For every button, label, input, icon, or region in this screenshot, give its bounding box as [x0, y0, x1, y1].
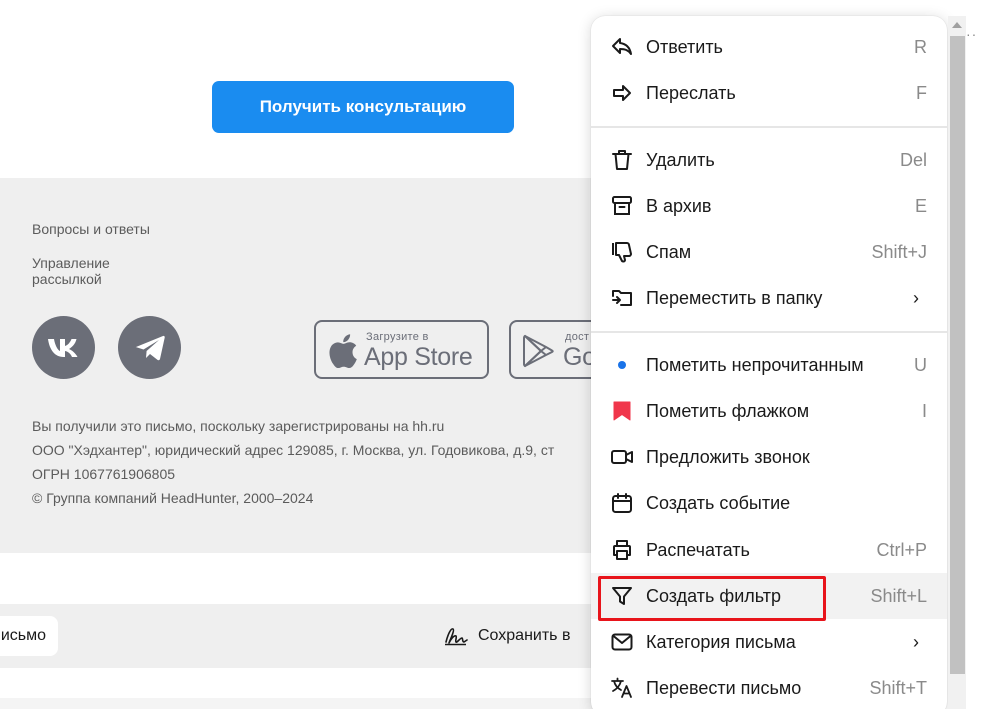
reply-icon [610, 35, 634, 59]
menu-item-label: Распечатать [646, 539, 750, 560]
flag-icon [610, 399, 634, 423]
video-call-icon [610, 445, 634, 469]
menu-item-reply[interactable]: Ответить R [591, 24, 947, 70]
print-icon [610, 538, 634, 562]
get-consultation-button[interactable]: Получить консультацию [212, 81, 514, 133]
legal-line-ogrn: ОГРН 1067761906805 [32, 466, 176, 482]
apple-icon [328, 334, 358, 368]
menu-item-archive[interactable]: В архив E [591, 183, 947, 229]
menu-item-spam[interactable]: Спам Shift+J [591, 229, 947, 275]
chevron-right-icon: › [913, 287, 919, 308]
app-store-small-text: Загрузите в [366, 331, 429, 343]
manage-subscription-link[interactable]: Управление рассылкой [32, 255, 110, 287]
menu-item-move-to-folder[interactable]: Переместить в папку › [591, 275, 947, 321]
menu-item-label: Удалить [646, 149, 715, 170]
menu-item-label: Пометить непрочитанным [646, 354, 864, 375]
legal-line-registration: Вы получили это письмо, поскольку зареги… [32, 418, 445, 434]
menu-item-translate[interactable]: Перевести письмо Shift+T [591, 665, 947, 709]
menu-item-label: Создать фильтр [646, 585, 781, 606]
menu-item-label: Пометить флажком [646, 400, 810, 421]
app-store-badge[interactable]: Загрузите в App Store [314, 320, 489, 379]
scroll-up-arrow-icon[interactable] [952, 22, 962, 28]
legal-line-address: ООО "Хэдхантер", юридический адрес 12908… [32, 442, 555, 458]
calendar-icon [610, 491, 634, 515]
menu-item-shortcut: Del [899, 149, 927, 170]
menu-item-letter-category[interactable]: Категория письма › [591, 619, 947, 665]
signature-icon [444, 626, 468, 646]
menu-item-label: Переслать [646, 82, 736, 103]
envelope-icon [610, 630, 634, 654]
save-to-label: Сохранить в [478, 627, 571, 644]
menu-item-propose-call[interactable]: Предложить звонок [591, 434, 947, 480]
translate-icon [610, 676, 634, 700]
menu-item-shortcut: F [916, 82, 927, 103]
archive-icon [610, 194, 634, 218]
google-play-icon [523, 334, 555, 368]
letter-chip-button[interactable]: исьмо [0, 616, 58, 656]
faq-link[interactable]: Вопросы и ответы [32, 221, 150, 237]
vk-icon[interactable] [32, 316, 95, 379]
google-play-small-text: дост [565, 331, 590, 343]
menu-item-create-filter[interactable]: Создать фильтр Shift+L [591, 573, 947, 619]
app-store-big-text: App Store [364, 343, 473, 371]
menu-separator [591, 331, 947, 333]
chevron-right-icon: › [913, 631, 919, 652]
menu-item-label: Категория письма [646, 631, 796, 652]
menu-item-label: В архив [646, 195, 712, 216]
menu-item-shortcut: I [921, 400, 927, 421]
menu-item-flag[interactable]: Пометить флажком I [591, 388, 947, 434]
menu-item-shortcut: R [914, 36, 927, 57]
menu-item-shortcut: Shift+L [870, 585, 927, 606]
menu-item-shortcut: U [914, 354, 927, 375]
menu-item-shortcut: Ctrl+P [876, 539, 927, 560]
menu-item-create-event[interactable]: Создать событие [591, 480, 947, 526]
move-folder-icon [610, 286, 634, 310]
filter-icon [610, 584, 634, 608]
bottom-strip [0, 698, 600, 709]
menu-item-forward[interactable]: Переслать F [591, 70, 947, 116]
google-play-badge[interactable]: дост Go [509, 320, 600, 379]
menu-item-label: Ответить [646, 36, 723, 57]
menu-item-label: Перевести письмо [646, 677, 802, 698]
menu-item-print[interactable]: Распечатать Ctrl+P [591, 527, 947, 573]
menu-item-label: Предложить звонок [646, 446, 810, 467]
message-context-menu: Ответить R Переслать F Удалить Del В арх… [591, 16, 947, 709]
menu-item-shortcut: E [914, 195, 927, 216]
menu-item-mark-unread[interactable]: Пометить непрочитанным U [591, 342, 947, 388]
spam-icon [610, 240, 634, 264]
unread-dot-icon [610, 353, 634, 377]
menu-item-label: Переместить в папку [646, 287, 823, 308]
more-dots-icon[interactable]: ·· [966, 26, 977, 42]
trash-icon [610, 148, 634, 172]
forward-icon [610, 81, 634, 105]
menu-item-delete[interactable]: Удалить Del [591, 137, 947, 183]
legal-line-copyright: © Группа компаний HeadHunter, 2000–2024 [32, 490, 314, 506]
menu-separator [591, 126, 947, 128]
telegram-icon[interactable] [118, 316, 181, 379]
menu-item-label: Спам [646, 241, 692, 262]
menu-item-label: Создать событие [646, 492, 791, 513]
menu-item-shortcut: Shift+J [871, 241, 927, 262]
save-to-button[interactable]: Сохранить в [444, 616, 570, 656]
menu-item-shortcut: Shift+T [869, 677, 927, 698]
scrollbar-thumb[interactable] [950, 36, 965, 674]
